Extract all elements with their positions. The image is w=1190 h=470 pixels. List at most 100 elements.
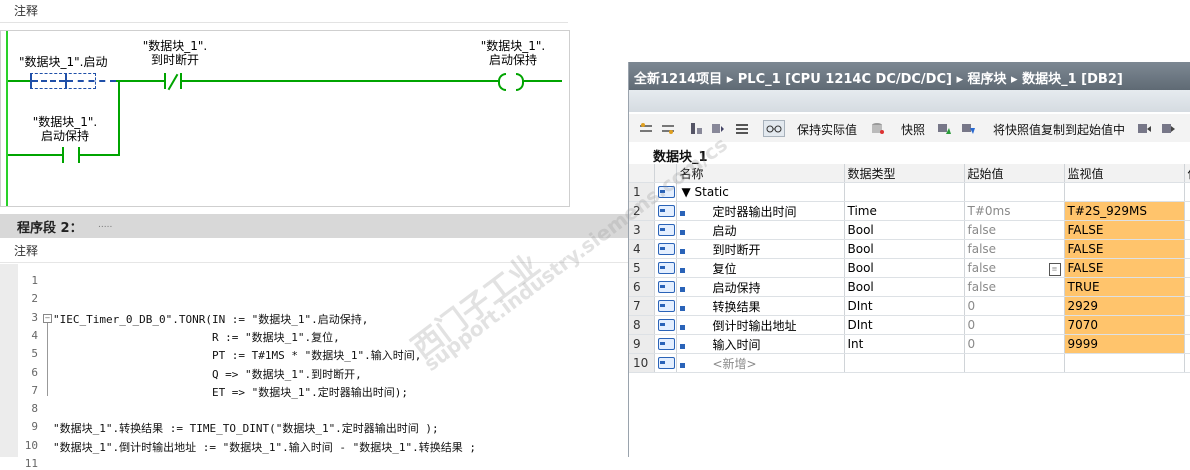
load-actual-values-icon[interactable] (1161, 122, 1175, 135)
collapse-icon[interactable] (711, 122, 725, 135)
variable-start-value-cell[interactable]: ≡ false (964, 258, 1065, 278)
code-line-number: 10 (24, 438, 38, 452)
table-row[interactable]: 3 启动 Bool false FALSE (629, 220, 1190, 240)
copy-snapshot-to-start-button[interactable]: 将快照值复制到起始值中 (993, 121, 1125, 138)
variable-datatype[interactable]: DInt (844, 315, 965, 335)
table-row[interactable]: 5 复位 Bool ≡ false FALSE (629, 258, 1190, 278)
insert-row-icon[interactable] (639, 122, 653, 135)
variable-datatype[interactable]: Bool (844, 258, 965, 278)
variable-start-value-cell[interactable]: T#0ms (964, 201, 1065, 221)
table-row[interactable]: 8 倒计时输出地址 DInt 0 7070 (629, 315, 1190, 335)
code-line[interactable]: ET => "数据块_1".定时器输出时间); (53, 384, 408, 400)
variable-datatype[interactable]: Bool (844, 220, 965, 240)
variable-datatype[interactable]: Bool (844, 277, 965, 297)
variable-retain[interactable] (1184, 182, 1190, 202)
table-row[interactable]: 10 <新增> (629, 353, 1190, 373)
snapshot-load-icon[interactable] (937, 122, 951, 135)
variable-retain[interactable] (1184, 258, 1190, 278)
snapshot-button[interactable]: 快照 (901, 121, 925, 138)
variable-datatype[interactable] (844, 353, 965, 373)
variable-retain[interactable] (1184, 334, 1190, 354)
code-line[interactable]: R := "数据块_1".复位, (53, 329, 340, 345)
contact-hold-label-b: 启动保持 (40, 129, 89, 143)
coil-hold[interactable] (498, 73, 524, 91)
load-start-values-icon[interactable] (1137, 122, 1151, 135)
variable-tag-icon (657, 280, 675, 293)
snapshot-db-icon[interactable] (871, 122, 885, 135)
variable-name-cell[interactable]: 复位 (676, 258, 845, 278)
variable-datatype[interactable] (844, 182, 965, 202)
header-datatype[interactable]: 数据类型 (844, 164, 965, 183)
network2-header[interactable]: 程序段 2： ..... (0, 214, 630, 238)
header-name[interactable]: 名称 (676, 164, 845, 183)
code-line[interactable]: PT := T#1MS * "数据块_1".输入时间, (53, 347, 421, 363)
variable-monitor-value (1064, 353, 1185, 373)
snapshot-copy-icon[interactable] (961, 122, 975, 135)
variable-start-value-cell[interactable]: false (964, 277, 1065, 297)
network1-comment-bar[interactable]: 注释 (0, 0, 568, 23)
code-line-number: 7 (31, 383, 38, 397)
variable-name-cell[interactable]: 到时断开 (676, 239, 845, 259)
variable-start-value-cell[interactable]: 0 (964, 296, 1065, 316)
code-line[interactable]: "数据块_1".转换结果 := TIME_TO_DINT("数据块_1".定时器… (53, 420, 439, 436)
table-header-row: 名称 数据类型 起始值 监视值 保 (629, 164, 1190, 183)
variable-name-cell[interactable]: 输入时间 (676, 334, 845, 354)
contact-hold-label-a: "数据块_1". (32, 115, 98, 129)
code-line[interactable]: "数据块_1".倒计时输出地址 := "数据块_1".输入时间 - "数据块_1… (53, 439, 476, 455)
contact-timeout-nc[interactable] (164, 73, 182, 91)
variable-name-cell[interactable]: 倒计时输出地址 (676, 315, 845, 335)
variable-start-value-cell[interactable]: false (964, 220, 1065, 240)
header-monitor-value[interactable]: 监视值 (1064, 164, 1185, 183)
variable-start-value-cell[interactable]: 0 (964, 334, 1065, 354)
variable-tag-icon (657, 242, 675, 255)
header-retain[interactable]: 保 (1184, 164, 1190, 183)
variable-datatype[interactable]: Time (844, 201, 965, 221)
table-row[interactable]: 6 启动保持 Bool false TRUE (629, 277, 1190, 297)
variable-name-cell[interactable]: 启动 (676, 220, 845, 240)
code-line[interactable]: "IEC_Timer_0_DB_0".TONR(IN := "数据块_1".启动… (53, 311, 368, 327)
variable-name-cell[interactable]: 定时器输出时间 (676, 201, 845, 221)
fold-toggle-icon[interactable]: − (43, 313, 52, 323)
db-block-name: 数据块_1 (653, 150, 708, 165)
table-row[interactable]: 4 到时断开 Bool false FALSE (629, 239, 1190, 259)
code-line[interactable]: Q => "数据块_1".到时断开, (53, 366, 362, 382)
header-start-value[interactable]: 起始值 (964, 164, 1065, 183)
keep-actual-values-button[interactable]: 保持实际值 (797, 121, 857, 138)
details-icon[interactable]: ≡ (1048, 262, 1061, 276)
variable-datatype[interactable]: Bool (844, 239, 965, 259)
monitor-glasses-icon[interactable] (763, 120, 785, 137)
scl-code-editor[interactable]: 1 2 3 "IEC_Timer_0_DB_0".TONR(IN := "数据块_1"… (0, 264, 630, 470)
network2-comment-bar[interactable]: 注释 (0, 240, 630, 263)
variable-start-value-cell[interactable]: false (964, 239, 1065, 259)
variable-name-cell[interactable]: <新增> (676, 353, 845, 373)
variable-retain[interactable] (1184, 239, 1190, 259)
add-row-icon[interactable] (661, 122, 675, 135)
contact-hold-parallel[interactable] (62, 147, 80, 163)
variable-retain[interactable] (1184, 353, 1190, 373)
variable-monitor-value: 9999 (1064, 334, 1185, 354)
variable-datatype[interactable]: DInt (844, 296, 965, 316)
table-row[interactable]: 1 ▼ Static (629, 182, 1190, 202)
variable-name-cell[interactable]: ▼ Static (676, 182, 845, 202)
variable-start-value-cell[interactable]: 0 (964, 315, 1065, 335)
coil-hold-label-b: 启动保持 (488, 53, 537, 67)
expand-icon[interactable] (689, 122, 703, 135)
member-bullet-icon (679, 286, 685, 292)
list-view-icon[interactable] (735, 122, 749, 135)
variable-retain[interactable] (1184, 201, 1190, 221)
table-row[interactable]: 7 转换结果 DInt 0 2929 (629, 296, 1190, 316)
variable-name: 倒计时输出地址 (712, 318, 797, 333)
table-row[interactable]: 9 输入时间 Int 0 9999 (629, 334, 1190, 354)
contact-start[interactable] (30, 73, 116, 89)
variable-name-cell[interactable]: 转换结果 (676, 296, 845, 316)
variable-datatype[interactable]: Int (844, 334, 965, 354)
variable-retain[interactable] (1184, 277, 1190, 297)
table-row[interactable]: 2 定时器输出时间 Time T#0ms T#2S_929MS (629, 201, 1190, 221)
variable-retain[interactable] (1184, 220, 1190, 240)
variable-start-value-cell[interactable] (964, 353, 1065, 373)
variable-retain[interactable] (1184, 315, 1190, 335)
variable-retain[interactable] (1184, 296, 1190, 316)
row-number: 2 (629, 201, 655, 221)
variable-start-value-cell[interactable] (964, 182, 1065, 202)
variable-name-cell[interactable]: 启动保持 (676, 277, 845, 297)
